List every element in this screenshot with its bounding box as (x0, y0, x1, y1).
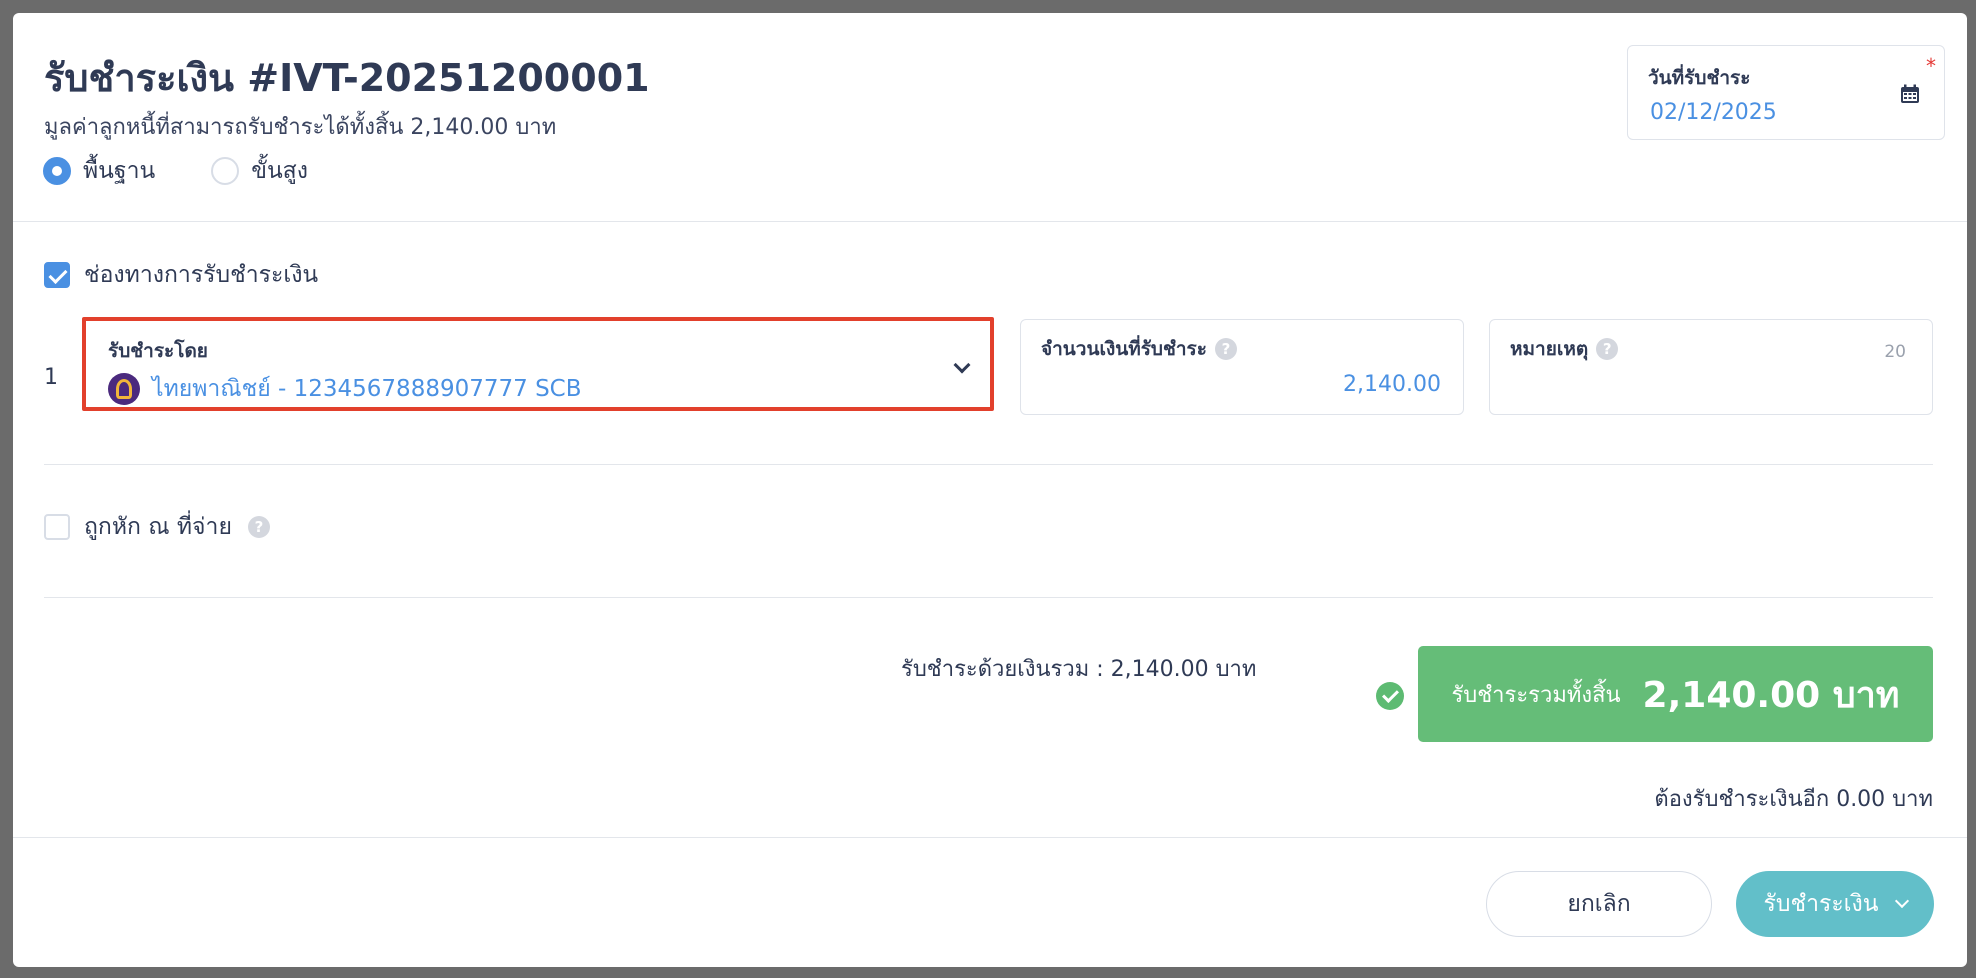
payment-channel-label: ช่องทางการรับชำระเงิน (84, 262, 319, 288)
chevron-down-icon[interactable] (1894, 893, 1909, 909)
mode-basic-label: พื้นฐาน (83, 158, 156, 184)
scb-bank-logo-icon (108, 373, 140, 405)
mode-radio-group: พื้นฐาน ขั้นสูง (43, 153, 364, 189)
paid-total-text: รับชำระด้วยเงินรวม : 2,140.00 บาท (901, 657, 1257, 682)
remaining-amount-text: ต้องรับชำระเงินอีก 0.00 บาท (1654, 787, 1933, 812)
check-circle-icon (1376, 682, 1404, 710)
checkbox-unchecked-icon[interactable] (44, 514, 70, 540)
divider (13, 837, 1967, 838)
help-icon[interactable]: ? (1214, 338, 1237, 360)
amount-field[interactable]: จำนวนเงินที่รับชำระ ? 2,140.00 (1020, 319, 1464, 415)
radio-selected-icon[interactable] (43, 157, 71, 185)
payment-dialog: รับชำระเงิน #IVT-20251200001 มูลค่าลูกหน… (13, 13, 1967, 967)
payment-date-label: วันที่รับชำระ (1648, 67, 1751, 89)
amount-label: จำนวนเงินที่รับชำระ (1041, 338, 1207, 360)
note-field[interactable]: หมายเหตุ ? 20 (1489, 319, 1933, 415)
chevron-down-icon[interactable] (953, 356, 971, 374)
mode-advanced-label: ขั้นสูง (251, 158, 308, 184)
note-label: หมายเหตุ (1510, 338, 1589, 360)
divider (44, 597, 1933, 598)
radio-unselected-icon[interactable] (211, 157, 240, 185)
mode-advanced-radio[interactable]: ขั้นสูง (211, 153, 308, 189)
cancel-button[interactable]: ยกเลิก (1486, 871, 1712, 937)
submit-button-label: รับชำระเงิน (1763, 891, 1879, 917)
required-mark: * (1926, 54, 1936, 78)
withholding-toggle[interactable]: ถูกหัก ณ ที่จ่าย ? (44, 509, 270, 545)
help-icon[interactable]: ? (1596, 338, 1619, 360)
grand-total-label: รับชำระรวมทั้งสิ้น (1451, 682, 1621, 708)
divider (44, 464, 1933, 465)
note-char-limit: 20 (1884, 342, 1906, 362)
withholding-label: ถูกหัก ณ ที่จ่าย (84, 514, 232, 540)
selected-bank: ไทยพาณิชย์ - 1234567888907777 SCB (108, 371, 582, 407)
row-number: 1 (44, 365, 58, 390)
grand-total-box: รับชำระรวมทั้งสิ้น 2,140.00 บาท (1418, 646, 1933, 742)
grand-total-value: 2,140.00 บาท (1642, 674, 1900, 716)
pay-by-label: รับชำระโดย (108, 340, 208, 362)
help-icon[interactable]: ? (247, 516, 270, 538)
amount-value[interactable]: 2,140.00 (1343, 372, 1441, 397)
receivable-amount-text: มูลค่าลูกหนี้ที่สามารถรับชำระได้ทั้งสิ้น… (44, 115, 557, 140)
selected-bank-text: ไทยพาณิชย์ - 1234567888907777 SCB (152, 376, 582, 402)
checkbox-checked-icon[interactable] (44, 262, 70, 288)
submit-payment-button[interactable]: รับชำระเงิน (1736, 871, 1934, 937)
note-label-wrap: หมายเหตุ ? (1510, 334, 1619, 364)
payment-date-field[interactable]: วันที่รับชำระ * 02/12/2025 (1627, 45, 1945, 140)
amount-label-wrap: จำนวนเงินที่รับชำระ ? (1041, 334, 1237, 364)
payment-date-value[interactable]: 02/12/2025 (1650, 100, 1777, 125)
cancel-button-label: ยกเลิก (1567, 891, 1631, 917)
dialog-title: รับชำระเงิน #IVT-20251200001 (44, 56, 650, 100)
pay-by-select[interactable]: รับชำระโดย ไทยพาณิชย์ - 1234567888907777… (82, 317, 994, 411)
calendar-icon[interactable] (1900, 84, 1920, 104)
divider (13, 221, 1967, 222)
payment-channel-toggle[interactable]: ช่องทางการรับชำระเงิน (44, 257, 318, 293)
mode-basic-radio[interactable]: พื้นฐาน (43, 153, 155, 189)
